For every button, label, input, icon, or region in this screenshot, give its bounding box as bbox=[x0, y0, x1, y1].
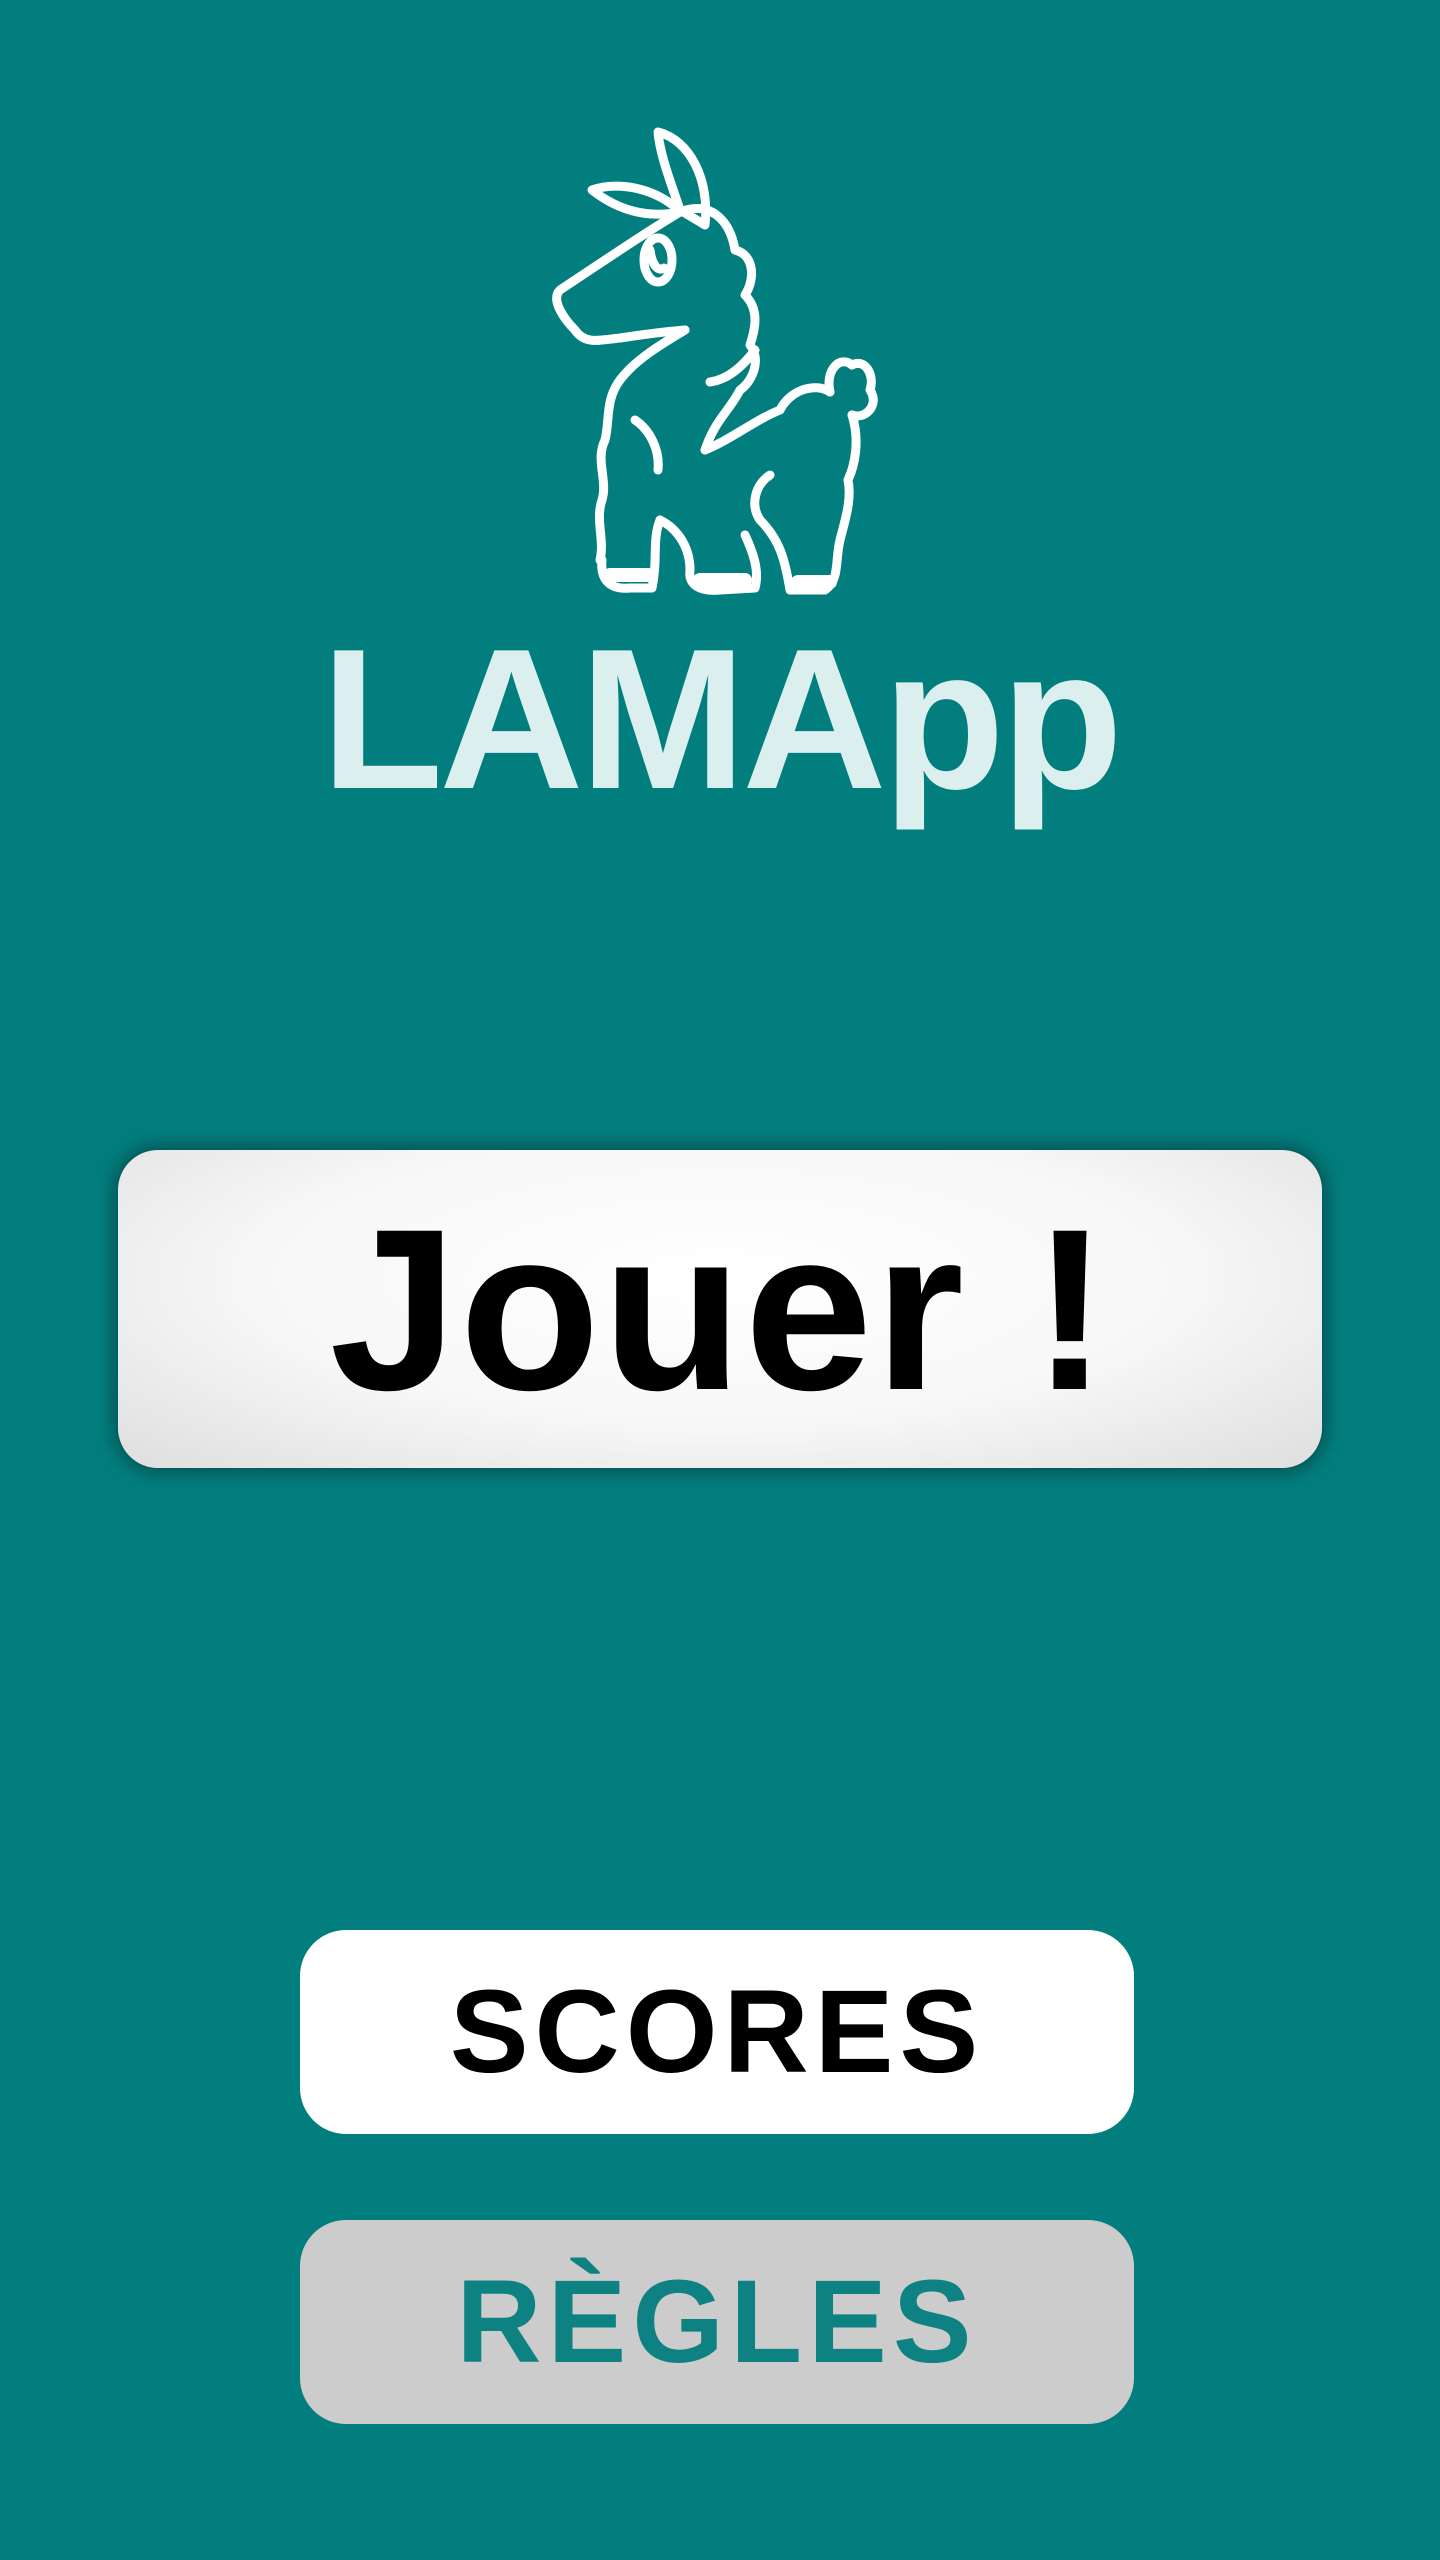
rules-button[interactable]: RÈGLES bbox=[300, 2220, 1134, 2424]
play-button[interactable]: Jouer ! bbox=[118, 1150, 1322, 1468]
scores-button[interactable]: SCORES bbox=[300, 1930, 1134, 2134]
llama-logo-icon bbox=[540, 120, 900, 620]
app-title: LAMApp bbox=[321, 608, 1123, 831]
